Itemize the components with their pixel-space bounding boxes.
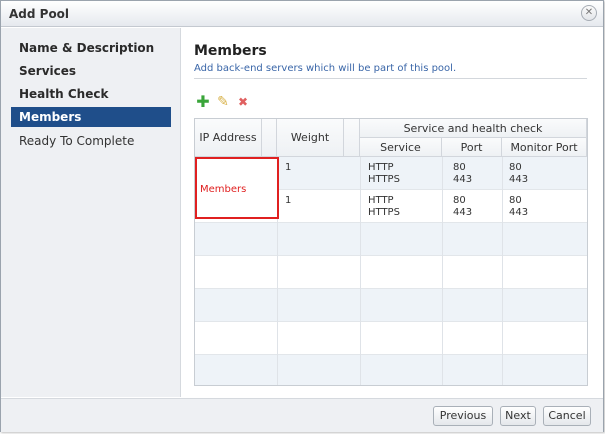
service-cell: HTTPS <box>368 174 400 185</box>
empty-row <box>195 223 587 256</box>
port-cell: 443 <box>453 174 473 185</box>
monitor-port-cell: 80 <box>509 162 522 173</box>
step-ready-to-complete[interactable]: Ready To Complete <box>11 131 171 151</box>
monitor-port-cell: 80 <box>509 195 522 206</box>
close-icon[interactable]: ✕ <box>581 5 597 21</box>
empty-row <box>195 355 587 385</box>
members-panel: Members Add back-end servers which will … <box>182 28 603 397</box>
next-button[interactable]: Next <box>500 406 536 426</box>
empty-row <box>195 289 587 322</box>
port-cell: 443 <box>453 207 473 218</box>
col-header-spacer <box>344 119 360 157</box>
column-divider <box>502 157 503 385</box>
col-header-group: Service and health check <box>360 119 587 138</box>
port-cell: 80 <box>453 195 466 206</box>
dialog-title: Add Pool <box>9 7 70 21</box>
add-pool-dialog: Add Pool ✕ Name & Description Services H… <box>0 0 604 432</box>
col-header-port[interactable]: Port <box>442 138 502 157</box>
step-name-description[interactable]: Name & Description <box>11 38 171 58</box>
plus-icon[interactable]: ✚ <box>196 94 210 110</box>
dialog-footer: Previous Next Cancel <box>1 398 603 432</box>
col-header-ip[interactable]: IP Address <box>195 119 262 157</box>
page-subtitle: Add back-end servers which will be part … <box>194 63 457 74</box>
divider <box>194 78 587 79</box>
col-header-spacer <box>262 119 277 157</box>
service-cell: HTTP <box>368 195 394 206</box>
col-header-monitor-port[interactable]: Monitor Port <box>502 138 587 157</box>
weight-cell: 1 <box>285 195 292 206</box>
step-members[interactable]: Members <box>11 107 171 127</box>
monitor-port-cell: 443 <box>509 174 529 185</box>
step-services[interactable]: Services <box>11 61 171 81</box>
page-title: Members <box>194 43 267 59</box>
port-cell: 80 <box>453 162 466 173</box>
x-icon[interactable]: ✖ <box>236 95 250 109</box>
title-bar: Add Pool ✕ <box>1 1 603 27</box>
column-divider <box>360 157 361 385</box>
wizard-steps-sidebar: Name & Description Services Health Check… <box>1 28 181 397</box>
ip-annotation-box: Members <box>195 157 279 219</box>
monitor-port-cell: 443 <box>509 207 529 218</box>
members-table: IP Address Weight Service and health che… <box>194 118 588 386</box>
ip-annotation-label: Members <box>200 184 247 195</box>
service-cell: HTTPS <box>368 207 400 218</box>
col-header-service[interactable]: Service <box>360 138 442 157</box>
service-cell: HTTP <box>368 162 394 173</box>
cancel-button[interactable]: Cancel <box>543 406 591 426</box>
pencil-icon[interactable]: ✎ <box>216 95 230 109</box>
weight-cell: 1 <box>285 162 292 173</box>
col-header-weight[interactable]: Weight <box>277 119 344 157</box>
step-health-check[interactable]: Health Check <box>11 84 171 104</box>
previous-button[interactable]: Previous <box>433 406 493 426</box>
column-divider <box>442 157 443 385</box>
empty-row <box>195 322 587 355</box>
empty-row <box>195 256 587 289</box>
